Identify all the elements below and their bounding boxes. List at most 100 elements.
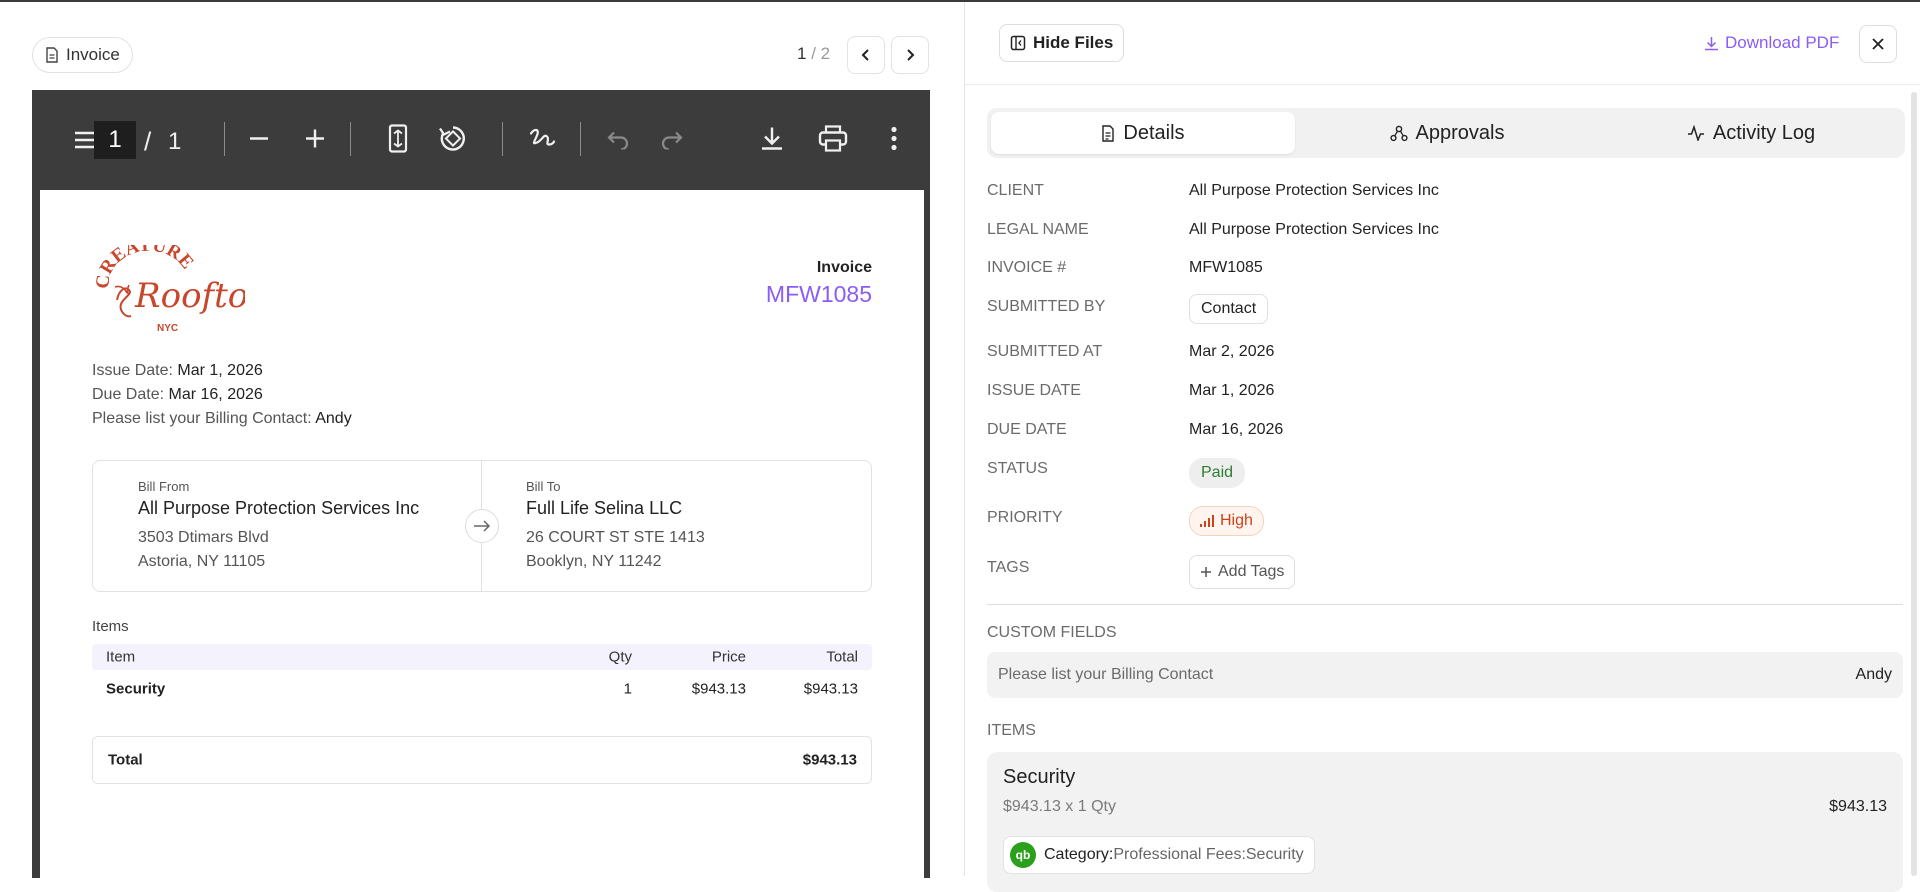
chevron-left-icon (861, 49, 869, 61)
category-label: Category:Professional Fees:Security (1044, 846, 1304, 864)
toolbar-divider (580, 122, 581, 156)
category-chip[interactable]: qb Category:Professional Fees:Security (1003, 836, 1315, 874)
tab-details[interactable]: Details (991, 112, 1295, 154)
more-options-icon[interactable] (890, 126, 898, 158)
document-icon (46, 47, 58, 63)
add-tags-button[interactable]: Add Tags (1189, 555, 1296, 589)
total-value: $943.13 (802, 751, 857, 769)
close-button[interactable] (1859, 25, 1897, 63)
custom-field-row: Please list your Billing Contact Andy (987, 652, 1903, 698)
billing-contact-label: Please list your Billing Contact: (92, 410, 312, 427)
issue-date-label: ISSUE DATE (987, 382, 1081, 399)
issue-date-value: Mar 1, 2026 (1189, 382, 1275, 399)
undo-icon[interactable] (606, 128, 630, 157)
tab-approvals-label: Approvals (1415, 121, 1505, 144)
tags-label: TAGS (987, 559, 1030, 576)
invoice-details-panel: Hide Files Download PDF Details Approval… (964, 2, 1920, 892)
items-section-heading: ITEMS (987, 722, 1036, 739)
download-icon[interactable] (760, 126, 784, 159)
print-icon[interactable] (818, 125, 848, 160)
custom-field-value: Andy (1855, 666, 1892, 683)
tab-activity-log[interactable]: Activity Log (1599, 112, 1903, 154)
submitted-at-value: Mar 2, 2026 (1189, 343, 1275, 360)
row-qty: 1 (623, 680, 632, 698)
file-pager: 1 / 2 (797, 44, 830, 64)
status-label: STATUS (987, 460, 1048, 477)
pdf-toolbar: 1 / 1 (32, 90, 930, 190)
rotate-icon[interactable] (438, 124, 468, 161)
arrow-right-icon (465, 509, 499, 543)
scrollbar[interactable] (1911, 92, 1917, 876)
draw-icon[interactable] (528, 126, 556, 159)
tab-approvals[interactable]: Approvals (1295, 112, 1599, 154)
line-item-card: Security $943.13 x 1 Qty $943.13 qb Cate… (987, 752, 1903, 892)
redo-icon[interactable] (660, 128, 684, 157)
zoom-in-icon[interactable] (304, 128, 326, 157)
priority-badge[interactable]: High (1189, 506, 1264, 536)
section-divider (987, 604, 1903, 605)
bill-from-to-box: Bill From All Purpose Protection Service… (92, 460, 872, 592)
submitted-by-chip[interactable]: Contact (1189, 294, 1269, 324)
hide-files-button[interactable]: Hide Files (999, 24, 1125, 62)
invoice-number-label: INVOICE # (987, 259, 1067, 276)
document-tab[interactable]: Invoice (32, 37, 133, 73)
submitted-by-label: SUBMITTED BY (987, 298, 1106, 315)
document-icon (1102, 124, 1115, 142)
col-item: Item (106, 648, 136, 666)
pdf-page-separator: / (144, 126, 152, 157)
pdf-menu-icon[interactable] (74, 128, 96, 156)
bill-from-address-2: Astoria, NY 11105 (138, 553, 266, 570)
issue-date-line: Issue Date: Mar 1, 2026 (92, 362, 263, 380)
priority-label: PRIORITY (987, 509, 1063, 526)
status-badge[interactable]: Paid (1189, 458, 1246, 488)
col-qty: Qty (608, 648, 632, 666)
issue-date-value: Mar 1, 2026 (177, 362, 263, 379)
add-tags-label: Add Tags (1218, 563, 1285, 580)
toolbar-divider (502, 122, 503, 156)
bill-to-address-1: 26 COURT ST STE 1413 (526, 529, 705, 546)
plus-icon (1201, 567, 1211, 577)
next-file-button[interactable] (891, 36, 929, 74)
pdf-viewer: CREATURES Rooftop NYC Invoice MFW1085 Is… (32, 190, 930, 878)
submitted-at-label: SUBMITTED AT (987, 343, 1103, 360)
table-row: Security 1 $943.13 $943.13 (92, 674, 872, 704)
close-icon (1872, 38, 1884, 50)
items-table-header: Item Qty Price Total (92, 644, 872, 670)
line-item-name: Security (1003, 766, 1076, 788)
col-total: Total (826, 648, 858, 666)
items-heading: Items (92, 618, 129, 635)
pager-separator: / (806, 44, 821, 63)
details-tabs: Details Approvals Activity Log (987, 108, 1905, 158)
document-tab-label: Invoice (66, 45, 120, 64)
zoom-out-icon[interactable] (248, 128, 270, 157)
activity-icon (1687, 125, 1704, 141)
due-date-line: Due Date: Mar 16, 2026 (92, 386, 263, 404)
billing-contact-line: Please list your Billing Contact: Andy (92, 410, 352, 428)
approvals-icon (1389, 125, 1408, 141)
previous-file-button[interactable] (847, 36, 885, 74)
svg-text:Rooftop: Rooftop (134, 276, 245, 316)
invoice-number-value: MFW1085 (1189, 259, 1263, 276)
download-pdf-label: Download PDF (1725, 33, 1840, 52)
chevron-right-icon (907, 49, 915, 61)
download-icon (1705, 36, 1718, 50)
tab-details-label: Details (1123, 121, 1185, 144)
issue-date-label: Issue Date: (92, 362, 173, 379)
line-item-price: $943.13 (1829, 798, 1887, 815)
custom-field-name: Please list your Billing Contact (998, 666, 1214, 683)
toolbar-divider (224, 122, 225, 156)
pdf-page-total: 1 (168, 128, 182, 155)
download-pdf-link[interactable]: Download PDF (1704, 33, 1839, 53)
toolbar-divider (350, 122, 351, 156)
invoice-label: Invoice (816, 259, 872, 276)
fit-page-icon[interactable] (388, 124, 408, 161)
bill-to-address-2: Booklyn, NY 11242 (526, 553, 662, 570)
due-date-value: Mar 16, 2026 (168, 386, 263, 403)
due-date-label: DUE DATE (987, 421, 1067, 438)
pdf-page-input[interactable]: 1 (94, 121, 136, 159)
client-value: All Purpose Protection Services Inc (1189, 182, 1439, 199)
line-item-quantity: $943.13 x 1 Qty (1003, 798, 1116, 815)
col-price: Price (711, 648, 746, 666)
client-label: CLIENT (987, 182, 1044, 199)
custom-fields-heading: CUSTOM FIELDS (987, 624, 1117, 641)
